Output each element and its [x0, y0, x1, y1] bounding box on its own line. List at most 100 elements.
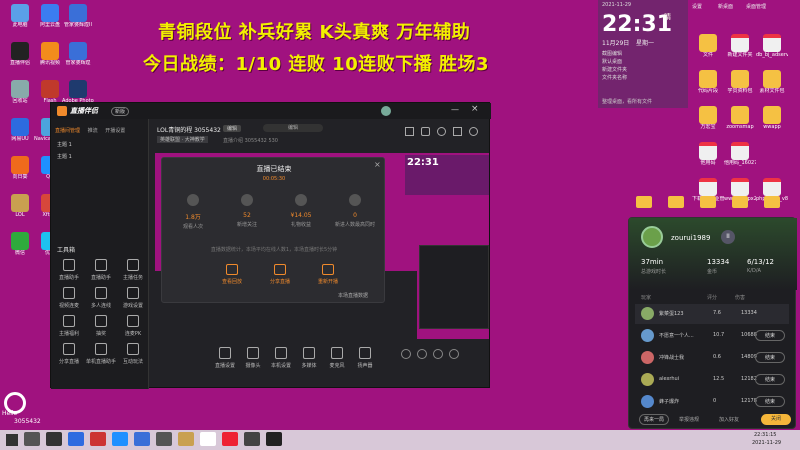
widget-menu-item[interactable]: 文件夹名称: [602, 74, 686, 82]
taskbar-app-icon[interactable]: [46, 432, 62, 446]
folder-icon[interactable]: [668, 196, 684, 208]
edit-tag[interactable]: 编辑: [223, 125, 242, 132]
folder-icon[interactable]: [700, 196, 716, 208]
tool-button[interactable]: 单机直播助手: [85, 343, 117, 365]
desktop-icon[interactable]: 回收站: [4, 80, 36, 104]
tool-button[interactable]: 互动玩法: [117, 343, 149, 365]
tab-room-manage[interactable]: 直播间管理: [55, 128, 80, 134]
restart-stream-button[interactable]: 重新开播: [308, 264, 348, 285]
desktop-icon[interactable]: 向日葵: [4, 156, 36, 180]
widget-tab-2[interactable]: 新桌面: [718, 3, 733, 10]
share-icon[interactable]: [453, 127, 462, 136]
desktop-file-icon[interactable]: 他用码_16027556...: [724, 142, 756, 166]
row-action-button[interactable]: 结束: [755, 330, 785, 341]
play-again-button[interactable]: 再来一局: [639, 414, 669, 425]
avatar[interactable]: [381, 106, 391, 116]
desktop-file-icon[interactable]: db_bj_adserv_ry_com_20: [756, 34, 788, 58]
tool-button[interactable]: 视频连麦: [53, 287, 85, 309]
desktop-file-icon[interactable]: 万宏宝: [692, 106, 724, 130]
start-icon[interactable]: [6, 434, 18, 446]
bottom-tool-button[interactable]: 扬声器: [351, 347, 379, 369]
room-category[interactable]: 英雄联盟 · 大神教学: [157, 136, 208, 143]
taskbar-app-icon[interactable]: [200, 432, 216, 446]
desktop-file-icon[interactable]: 文件: [692, 34, 724, 58]
bottom-tool-button[interactable]: 本机设置: [267, 347, 295, 369]
minimize-icon[interactable]: —: [451, 105, 459, 114]
tab-settings[interactable]: 开播设置: [105, 128, 125, 134]
screenshot-icon[interactable]: [405, 127, 414, 136]
desktop-file-icon[interactable]: 他用码: [692, 142, 724, 166]
folder-icon[interactable]: [636, 196, 652, 208]
taskbar-app-icon[interactable]: [68, 432, 84, 446]
replay-button[interactable]: 查看回放: [212, 264, 252, 285]
tool-button[interactable]: 直播助手: [53, 259, 85, 281]
widget-menu-item[interactable]: 截图编辑: [602, 50, 686, 58]
dialog-footer-link[interactable]: 本场直播数据: [338, 292, 368, 299]
bottom-tool-button[interactable]: 摄像头: [239, 347, 267, 369]
toolbar-extra-icon[interactable]: [417, 349, 427, 359]
taskbar-app-icon[interactable]: [24, 432, 40, 446]
taskbar-app-icon[interactable]: [90, 432, 106, 446]
desktop-file-icon[interactable]: 学员资料包: [724, 70, 756, 94]
widget-tab-3[interactable]: 桌面管理: [746, 3, 766, 10]
taskbar-app-icon[interactable]: [156, 432, 172, 446]
desktop-file-icon[interactable]: wwapp: [756, 106, 788, 130]
tool-button[interactable]: 游戏设置: [117, 287, 149, 309]
close-panel-button[interactable]: 关闭: [761, 414, 791, 425]
more-icon[interactable]: [469, 127, 478, 136]
taskbar-app-icon[interactable]: [134, 432, 150, 446]
tool-button[interactable]: 主播任务: [117, 259, 149, 281]
tool-button[interactable]: 分享直播: [53, 343, 85, 365]
toolbar-extra-icon[interactable]: [449, 349, 459, 359]
desktop-file-icon[interactable]: zoomsmap: [724, 106, 756, 130]
bottom-tool-button[interactable]: 直播设置: [211, 347, 239, 369]
share-button[interactable]: 分享直播: [260, 264, 300, 285]
tool-button[interactable]: 连麦PK: [117, 315, 149, 337]
widget-menu-item[interactable]: 新建文件夹: [602, 66, 686, 74]
lock-icon[interactable]: [421, 127, 430, 136]
desktop-icon[interactable]: 管家婆辉煌: [62, 42, 94, 66]
close-icon[interactable]: ×: [471, 104, 479, 114]
widget-footer[interactable]: 整理桌面，看所有文件: [602, 98, 652, 105]
desktop-file-icon[interactable]: 代码片段: [692, 70, 724, 94]
toolbar-extra-icon[interactable]: [433, 349, 443, 359]
desktop-icon[interactable]: Adobe Photosh...: [62, 80, 94, 104]
tab-push[interactable]: 推流: [88, 128, 98, 134]
desktop-icon[interactable]: 微信: [4, 232, 36, 256]
edit-button[interactable]: 编辑: [263, 124, 323, 132]
toolbar-extra-icon[interactable]: [401, 349, 411, 359]
tool-button[interactable]: 直播助手: [85, 259, 117, 281]
report-button[interactable]: 举报违规: [679, 416, 699, 423]
taskbar-app-icon[interactable]: [244, 432, 260, 446]
row-action-button[interactable]: 结束: [755, 374, 785, 385]
tool-button[interactable]: 抽奖: [85, 315, 117, 337]
desktop-icon[interactable]: 直播伴侣: [4, 42, 36, 66]
bottom-tool-button[interactable]: 多媒体: [295, 347, 323, 369]
taskbar-app-icon[interactable]: [178, 432, 194, 446]
desktop-icon[interactable]: 网易UU: [4, 118, 36, 142]
folder-icon[interactable]: [764, 196, 780, 208]
tool-button[interactable]: 多人连线: [85, 287, 117, 309]
widget-menu-item[interactable]: 默认桌面: [602, 58, 686, 66]
desktop-icon[interactable]: 此电脑: [4, 4, 36, 28]
dialog-close-icon[interactable]: ×: [374, 160, 381, 169]
taskbar-app-icon[interactable]: [222, 432, 238, 446]
row-action-button[interactable]: 结束: [755, 352, 785, 363]
widget-tab-1[interactable]: 设置: [692, 3, 702, 10]
desktop-icon[interactable]: LOL: [4, 194, 36, 218]
desktop-icon[interactable]: 管家婆辉煌II: [62, 4, 94, 28]
folder-icon[interactable]: [732, 196, 748, 208]
row-player-name: 冲锋战士我: [659, 355, 685, 361]
desktop-file-icon[interactable]: 素材文件包: [756, 70, 788, 94]
desktop-file-icon[interactable]: 新建文件夹: [724, 34, 756, 58]
add-friend-button[interactable]: 加入好友: [719, 416, 739, 423]
row-action-button[interactable]: 结束: [755, 396, 785, 407]
taskbar-app-icon[interactable]: [266, 432, 282, 446]
taskbar-app-icon[interactable]: [112, 432, 128, 446]
studio-version-badge[interactable]: 新版: [111, 107, 130, 116]
sidebar-item-1[interactable]: 主题 1: [57, 141, 72, 148]
bottom-tool-button[interactable]: 麦克风: [323, 347, 351, 369]
sidebar-item-2[interactable]: 主题 1: [57, 153, 72, 160]
gear-icon[interactable]: [437, 127, 446, 136]
tool-button[interactable]: 主播福利: [53, 315, 85, 337]
